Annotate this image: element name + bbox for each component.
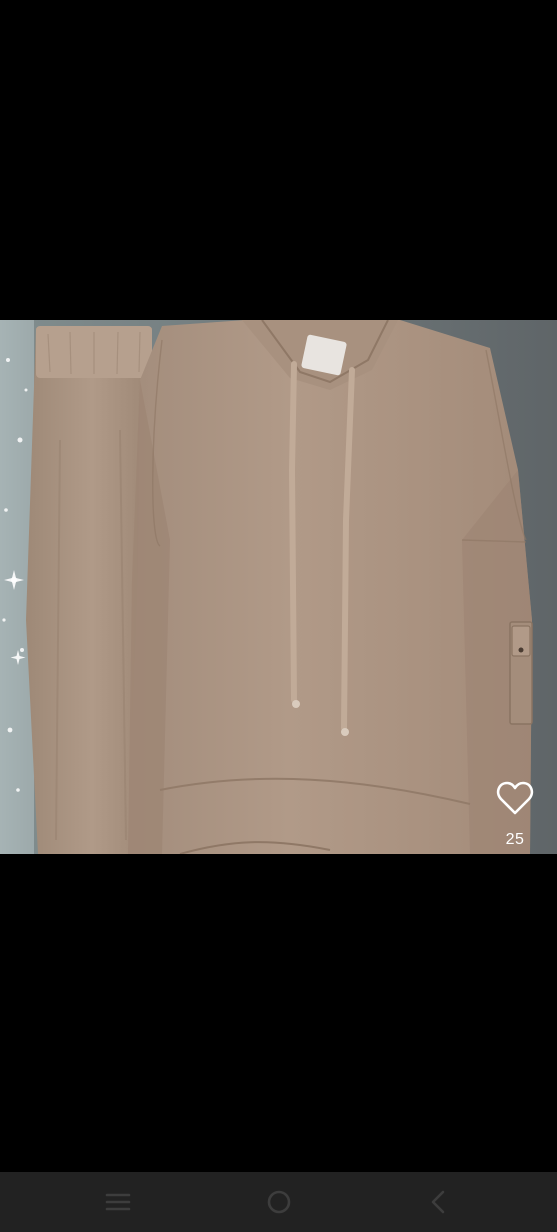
home-button[interactable] [259,1186,299,1218]
product-photo[interactable] [0,320,557,854]
navigation-bar [0,1172,557,1232]
screen: 25 [0,0,557,1232]
recent-apps-icon [105,1193,131,1211]
home-icon [267,1190,291,1214]
recent-apps-button[interactable] [98,1186,138,1218]
back-icon [431,1190,445,1214]
like-count: 25 [505,831,525,848]
heart-outline-icon[interactable] [496,780,534,816]
back-button[interactable] [418,1186,458,1218]
like-control[interactable]: 25 [495,780,535,849]
